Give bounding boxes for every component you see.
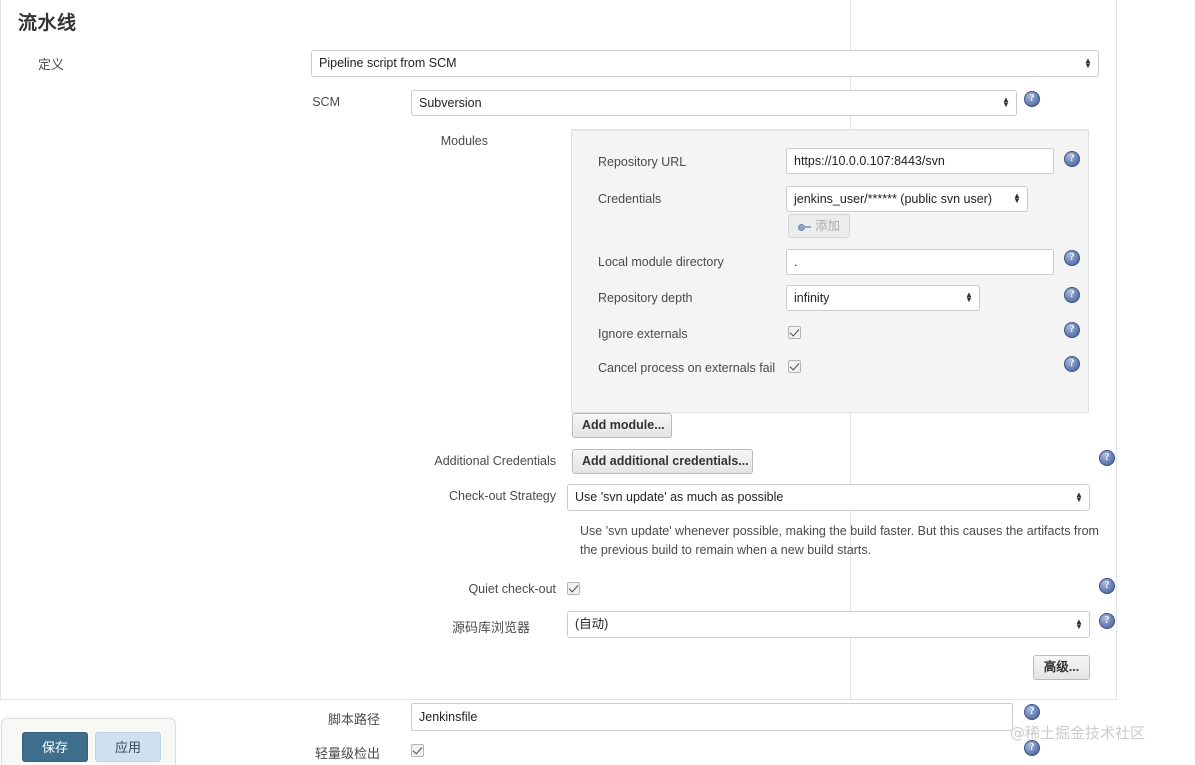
repository-browser-select-value: (自动): [575, 617, 609, 631]
modules-label: Modules: [440, 134, 488, 148]
local-module-directory-label: Local module directory: [598, 255, 724, 269]
repository-browser-help-icon[interactable]: ?: [1099, 613, 1115, 629]
script-path-help-icon[interactable]: ?: [1024, 704, 1040, 720]
scm-select-value: Subversion: [419, 96, 482, 110]
chevron-updown-icon: ▲ ▼: [1075, 616, 1083, 631]
checkout-strategy-label: Check-out Strategy: [449, 489, 556, 503]
module-panel-top-rule: [572, 130, 1088, 131]
repository-browser-label: 源码库浏览器: [451, 620, 530, 635]
repository-url-label: Repository URL: [598, 155, 687, 169]
chevron-updown-icon: ▲ ▼: [1075, 489, 1083, 504]
definition-label: 定义: [37, 57, 64, 72]
apply-button[interactable]: 应用: [95, 732, 161, 762]
add-credentials-button-label: 添加: [815, 219, 841, 233]
additional-credentials-label: Additional Credentials: [434, 454, 556, 468]
ignore-externals-checkbox[interactable]: [788, 326, 801, 339]
watermark: @稀土掘金技术社区: [1010, 724, 1146, 742]
page-title: 流水线: [18, 13, 77, 34]
lightweight-checkout-checkbox[interactable]: [411, 744, 424, 757]
chevron-updown-icon: ▲ ▼: [965, 290, 973, 304]
credentials-select[interactable]: jenkins_user/****** (public svn user) ▲ ▼: [786, 186, 1028, 212]
add-module-button[interactable]: Add module...: [572, 413, 672, 438]
repository-url-help-icon[interactable]: ?: [1064, 151, 1080, 167]
add-credentials-button[interactable]: 添加: [788, 214, 850, 238]
ignore-externals-help-icon[interactable]: ?: [1064, 322, 1080, 338]
quiet-checkout-checkbox[interactable]: [567, 582, 580, 595]
form-action-bar: 保存 应用: [1, 718, 176, 765]
local-module-directory-help-icon[interactable]: ?: [1064, 250, 1080, 266]
local-module-directory-input[interactable]: .: [786, 249, 1054, 275]
add-additional-credentials-button[interactable]: Add additional credentials...: [572, 449, 753, 474]
cancel-process-externals-label: Cancel process on externals fail: [598, 361, 776, 375]
cancel-process-externals-help-icon[interactable]: ?: [1064, 356, 1080, 372]
checkout-strategy-description: Use 'svn update' whenever possible, maki…: [580, 524, 1099, 557]
advanced-button[interactable]: 高级...: [1033, 655, 1090, 680]
chevron-updown-icon: ▲ ▼: [1013, 191, 1021, 205]
quiet-checkout-help-icon[interactable]: ?: [1099, 578, 1115, 594]
repository-depth-label: Repository depth: [598, 291, 693, 305]
quiet-checkout-label: Quiet check-out: [468, 582, 556, 596]
ignore-externals-label: Ignore externals: [598, 327, 688, 341]
scm-label: SCM: [312, 95, 340, 109]
scm-help-icon[interactable]: ?: [1024, 91, 1040, 107]
definition-select[interactable]: Pipeline script from SCM ▲ ▼: [311, 50, 1099, 77]
checkout-strategy-select[interactable]: Use 'svn update' as much as possible ▲ ▼: [567, 484, 1090, 511]
lightweight-checkout-label: 轻量级检出: [314, 746, 380, 761]
scm-select[interactable]: Subversion ▲ ▼: [411, 90, 1017, 116]
chevron-updown-icon: ▲ ▼: [1002, 95, 1010, 109]
credentials-label: Credentials: [598, 192, 662, 206]
repository-browser-select[interactable]: (自动) ▲ ▼: [567, 611, 1090, 638]
repository-depth-select[interactable]: infinity ▲ ▼: [786, 285, 980, 311]
repository-depth-select-value: infinity: [794, 291, 830, 305]
script-path-input[interactable]: Jenkinsfile: [411, 703, 1013, 731]
additional-credentials-help-icon[interactable]: ?: [1099, 450, 1115, 466]
cancel-process-externals-checkbox[interactable]: [788, 360, 801, 373]
checkout-strategy-select-value: Use 'svn update' as much as possible: [575, 490, 784, 504]
save-button[interactable]: 保存: [22, 732, 88, 762]
repository-url-input[interactable]: https://10.0.0.107:8443/svn: [786, 148, 1054, 174]
chevron-updown-icon: ▲ ▼: [1084, 55, 1092, 70]
definition-select-value: Pipeline script from SCM: [319, 56, 457, 70]
credentials-select-value: jenkins_user/****** (public svn user): [794, 192, 993, 206]
script-path-label: 脚本路径: [327, 712, 380, 727]
repository-depth-help-icon[interactable]: ?: [1064, 287, 1080, 303]
key-icon: [798, 223, 811, 231]
